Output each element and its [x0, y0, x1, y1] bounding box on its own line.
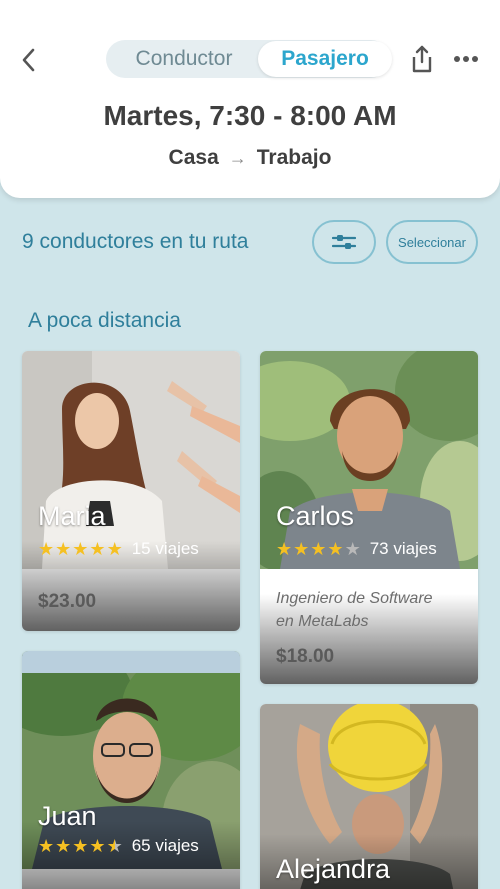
- driver-photo: [260, 351, 478, 569]
- star-half-icon: ★: [106, 836, 123, 856]
- driver-occupation-line: en MetaLabs: [276, 613, 369, 630]
- driver-photo: [22, 351, 240, 569]
- driver-occupation-line: Ingeniero de Software: [276, 590, 433, 607]
- trip-count: 65 viajes: [131, 836, 199, 855]
- star-icon: ★: [38, 836, 55, 856]
- driver-name: Carlos: [276, 501, 355, 531]
- driver-card-juan[interactable]: Juan ★ ★ ★ ★ ★ 65 viajes: [22, 651, 240, 889]
- select-button[interactable]: Seleccionar: [386, 220, 478, 264]
- star-icon: ★: [106, 539, 123, 559]
- driver-price: $23.00: [38, 591, 97, 612]
- back-button[interactable]: [14, 44, 42, 76]
- driver-rating: ★ ★ ★ ★ ★ 73 viajes: [276, 539, 437, 559]
- drivers-count: 9 conductores en tu ruta: [22, 230, 249, 253]
- star-icon: ★: [310, 539, 327, 559]
- star-icon: ★: [72, 836, 89, 856]
- role-toggle: Conductor Pasajero: [106, 40, 392, 78]
- share-button[interactable]: [406, 42, 438, 76]
- more-button[interactable]: [448, 46, 484, 72]
- route-origin: Casa: [168, 146, 219, 169]
- driver-name: Maria: [38, 501, 106, 531]
- star-icon: ★: [344, 539, 361, 559]
- trip-time-title: Martes, 7:30 - 8:00 AM: [103, 100, 397, 131]
- tab-conductor[interactable]: Conductor: [110, 40, 258, 78]
- arrow-right-icon: →: [228, 147, 247, 168]
- filter-button[interactable]: [312, 220, 376, 264]
- driver-name: Alejandra: [276, 854, 391, 884]
- star-icon: ★: [89, 539, 106, 559]
- star-icon: ★: [38, 539, 55, 559]
- star-icon: ★: [276, 539, 293, 559]
- header: Conductor Pasajero Martes, 7:30 - 8:00 A…: [0, 0, 500, 198]
- driver-rating: ★ ★ ★ ★ ★ 15 viajes: [38, 539, 199, 559]
- driver-rating: ★ ★ ★ ★ ★ 65 viajes: [38, 836, 199, 856]
- star-icon: ★: [89, 836, 106, 856]
- star-icon: ★: [55, 836, 72, 856]
- star-icon: ★: [293, 539, 310, 559]
- route-destination: Trabajo: [256, 146, 332, 169]
- section-title: A poca distancia: [28, 309, 181, 332]
- driver-price: $18.00: [276, 646, 335, 667]
- route: Casa → Trabajo: [0, 146, 500, 170]
- star-icon: ★: [72, 539, 89, 559]
- driver-card-maria[interactable]: Maria ★ ★ ★ ★ ★ 15 viajes $23.00: [22, 351, 240, 631]
- trip-count: 15 viajes: [131, 539, 199, 558]
- more-icon: [454, 56, 478, 62]
- filter-icon: [332, 235, 356, 249]
- driver-card-carlos[interactable]: Carlos ★ ★ ★ ★ ★ 73 viajes Ingeniero de …: [260, 351, 478, 684]
- star-icon: ★: [55, 539, 72, 559]
- driver-occupation: Ingeniero de Software en MetaLabs: [276, 587, 472, 633]
- share-icon: [412, 45, 432, 73]
- driver-card-alejandra[interactable]: Alejandra: [260, 704, 478, 889]
- driver-name: Juan: [38, 801, 97, 831]
- chevron-left-icon: [22, 48, 35, 72]
- star-icon: ★: [327, 539, 344, 559]
- tab-pasajero[interactable]: Pasajero: [258, 41, 392, 77]
- trip-count: 73 viajes: [369, 539, 437, 558]
